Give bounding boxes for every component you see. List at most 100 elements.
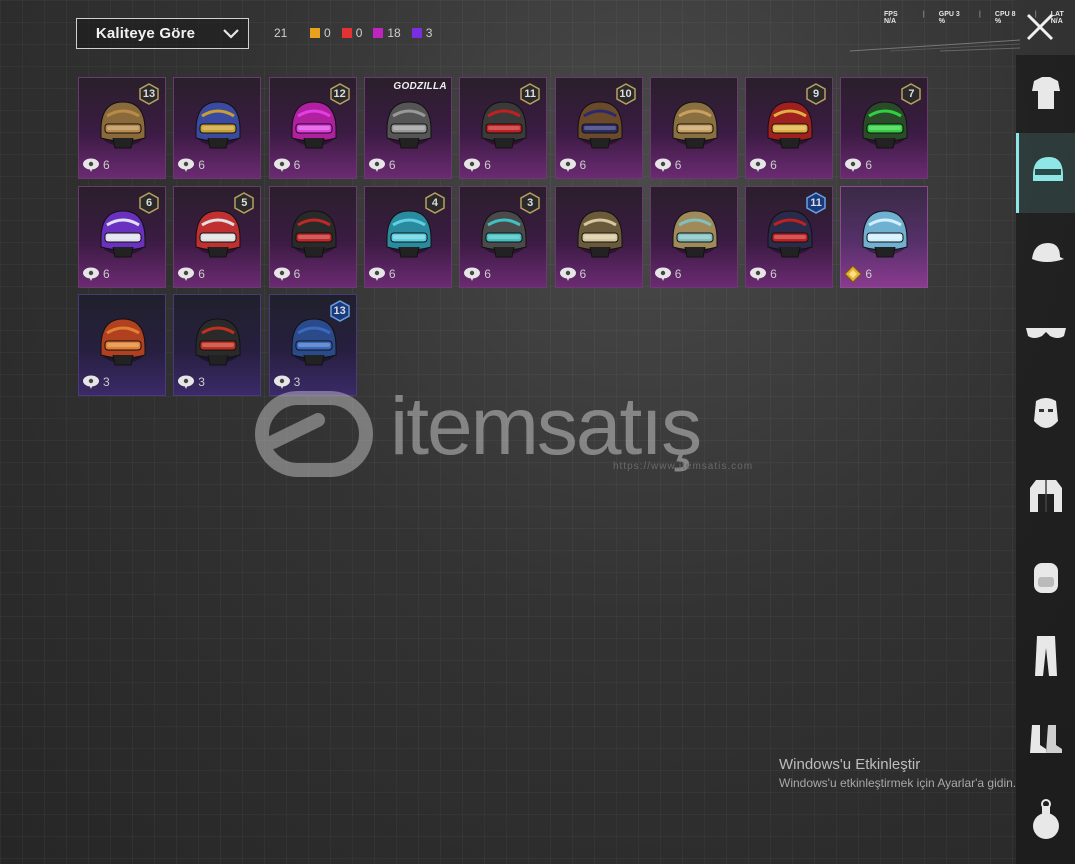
item-cost-value: 6 — [579, 158, 587, 172]
item-cost: 3 — [82, 373, 110, 391]
item-cost: 6 — [463, 265, 491, 283]
item-cost: 6 — [844, 264, 872, 283]
helmet-item[interactable]: 56 — [173, 185, 262, 288]
helmet-item[interactable]: 76 — [840, 77, 929, 179]
gift-coin-icon — [273, 267, 290, 281]
level-badge: 10 — [615, 83, 637, 105]
helmet-item[interactable]: 11 6 — [745, 185, 834, 288]
watermark-brand: itemsatış — [390, 381, 702, 472]
sidebar-category-shoes[interactable] — [1016, 701, 1075, 781]
item-cost-value: 6 — [388, 158, 396, 172]
close-icon — [1026, 13, 1054, 41]
gpu-label: GPU — [938, 11, 954, 18]
item-cost-value: 6 — [484, 158, 491, 172]
item-cost: 6 — [749, 265, 777, 283]
sidebar-category-hat[interactable] — [1016, 215, 1075, 295]
gift-coin-icon — [368, 267, 385, 281]
helmet-item[interactable]: 6 — [173, 77, 262, 179]
decorative-lines — [850, 39, 1020, 52]
sidebar-category-jacket[interactable] — [1016, 458, 1075, 538]
level-badge-value: 13 — [333, 305, 346, 317]
helmet-item[interactable]: GODZILLA 6 — [363, 77, 452, 179]
helmet-item[interactable]: 10 6 — [554, 77, 643, 179]
helmet-icon — [855, 203, 915, 265]
rarity-count: 0 — [341, 26, 362, 40]
level-badge: 7 — [900, 83, 922, 105]
grenade-icon — [1029, 798, 1063, 847]
helmet-item[interactable]: 6 — [649, 185, 738, 288]
gift-coin-icon — [464, 267, 481, 281]
level-badge: 11 — [519, 83, 541, 105]
sidebar-category-helmet[interactable] — [1016, 133, 1075, 213]
item-cost: 6 — [559, 156, 587, 174]
helmet-item[interactable]: 46 — [363, 185, 452, 288]
level-badge-value: 4 — [431, 196, 438, 209]
sidebar-category-grenade[interactable] — [1016, 782, 1075, 862]
rarity-color-swatch — [373, 28, 384, 38]
item-cost-value: 6 — [484, 266, 491, 281]
helmet-item[interactable]: 6 — [840, 185, 929, 288]
level-badge: 13 — [138, 83, 160, 105]
sidebar-category-glasses[interactable] — [1016, 295, 1075, 375]
sort-dropdown[interactable]: Kaliteye Göre — [76, 18, 249, 49]
gift-coin-icon — [750, 158, 767, 172]
helmet-item[interactable]: 36 — [459, 185, 548, 288]
level-badge-value: 3 — [527, 196, 534, 209]
stats-divider: | — [922, 11, 925, 18]
level-badge: 5 — [233, 191, 255, 214]
helmet-icon — [93, 311, 153, 373]
sort-dropdown-label: Kaliteye Göre — [95, 25, 196, 42]
item-cost-value: 6 — [293, 158, 301, 172]
level-badge: 4 — [424, 191, 446, 214]
helmet-item[interactable]: 13 6 — [78, 77, 166, 179]
pants-icon — [1031, 634, 1061, 683]
gift-coin-icon — [464, 158, 481, 172]
level-badge-value: 9 — [813, 88, 820, 100]
helmet-item[interactable]: 96 — [745, 77, 834, 179]
helmet-item[interactable]: 6 — [554, 185, 643, 288]
sidebar-category-backpack[interactable] — [1016, 539, 1075, 619]
item-cost: 6 — [368, 265, 396, 283]
helmet-item[interactable]: 13 3 — [268, 294, 357, 396]
helmet-item[interactable]: 66 — [78, 185, 166, 288]
watermark: itemsatış https://www.itemsatis.com — [218, 381, 858, 486]
sidebar-category-pants[interactable] — [1016, 618, 1075, 698]
rarity-count: 0 — [310, 26, 331, 40]
sidebar-category-mask[interactable] — [1016, 377, 1075, 457]
helmet-item[interactable]: 12 6 — [268, 77, 357, 179]
helmet-icon — [188, 311, 248, 373]
item-cost-value: 6 — [198, 266, 205, 281]
diamond-coin-icon — [844, 264, 863, 283]
item-cost-value: 6 — [293, 266, 301, 281]
watermark-url: https://www.itemsatis.com — [613, 461, 754, 472]
hat-icon — [1026, 233, 1066, 278]
level-badge: 12 — [329, 83, 351, 105]
level-badge: 11 — [805, 191, 827, 214]
item-cost: 3 — [177, 373, 205, 391]
item-cost-value: 6 — [770, 158, 777, 172]
windows-activation-subtitle: Windows'u etkinleştirmek için Ayarlar'a … — [779, 776, 1017, 790]
helmet-item[interactable]: 3 — [78, 294, 166, 396]
jacket-icon — [1026, 476, 1066, 521]
item-cost-value: 3 — [198, 375, 205, 389]
helmet-item[interactable]: 6 — [649, 77, 738, 179]
helmet-item[interactable]: 11 6 — [459, 77, 548, 179]
windows-activation-title: Windows'u Etkinleştir — [779, 756, 921, 773]
item-cost: 6 — [654, 265, 681, 283]
rarity-count: 18 — [373, 26, 401, 40]
item-cost-value: 6 — [103, 266, 110, 281]
sidebar-category-outfit[interactable] — [1016, 55, 1075, 135]
helmet-icon — [379, 94, 439, 156]
gift-coin-icon — [845, 158, 862, 172]
fps-value: N/A — [884, 18, 897, 25]
item-cost: 6 — [82, 265, 110, 283]
level-badge-value: 13 — [142, 88, 156, 100]
helmet-icon — [284, 203, 344, 265]
helmet-item[interactable]: 6 — [268, 185, 357, 288]
gift-coin-icon — [368, 158, 385, 172]
level-badge: 13 — [329, 300, 351, 322]
item-cost-value: 6 — [865, 158, 873, 172]
helmet-item[interactable]: 3 — [173, 294, 262, 396]
close-button[interactable] — [1023, 10, 1057, 44]
gift-coin-icon — [83, 375, 99, 389]
